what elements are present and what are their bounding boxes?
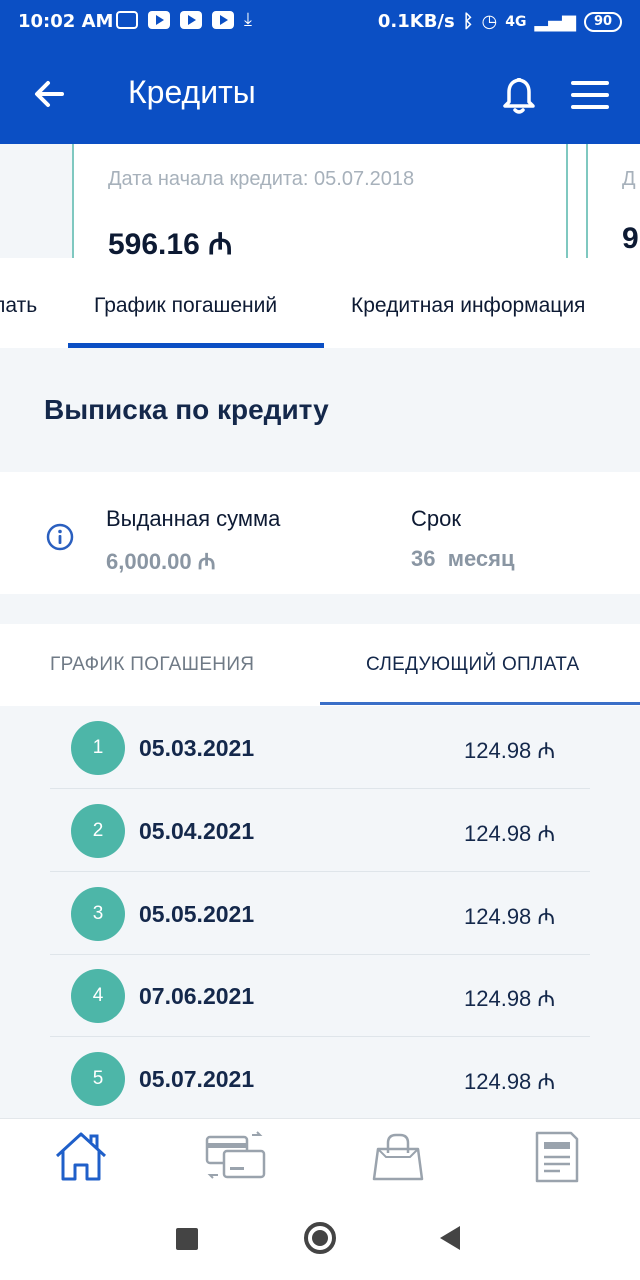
youtube-icon <box>148 11 170 29</box>
alarm-icon: ◷ <box>481 11 498 32</box>
payment-date: 05.05.2021 <box>139 901 255 927</box>
term-label: Срок <box>411 506 461 531</box>
bottom-navigation <box>0 1118 640 1196</box>
cast-icon <box>116 11 138 29</box>
network-type: 4G <box>505 13 527 30</box>
menu-icon <box>571 81 609 109</box>
previous-card[interactable] <box>0 144 74 258</box>
system-navigation-bar <box>0 1196 640 1280</box>
payment-number: 4 <box>71 969 125 1023</box>
net-speed: 0.1KB/s <box>377 11 455 32</box>
subtab-repayment-schedule[interactable]: ГРАФИК ПОГАШЕНИЯ <box>50 654 254 676</box>
payment-amount: 124.98 ₼ <box>464 1069 556 1094</box>
shopping-bag-icon <box>372 1133 424 1181</box>
credit-amount: 596.16 ₼ <box>108 228 233 258</box>
payment-amount: 124.98 ₼ <box>464 738 556 763</box>
payment-number: 2 <box>71 804 125 858</box>
payment-row[interactable]: 4 07.06.2021 124.98 ₼ <box>50 954 590 1037</box>
download-icon: ⤓ <box>244 9 252 30</box>
page-title: Кредиты <box>128 74 256 110</box>
back-button[interactable] <box>26 70 74 118</box>
tab-previous[interactable]: пать <box>0 294 37 318</box>
battery-icon: 90 <box>584 11 622 32</box>
payment-date: 05.07.2021 <box>139 1066 255 1092</box>
payment-amount: 124.98 ₼ <box>464 904 556 929</box>
payment-number: 1 <box>71 721 125 775</box>
card-border-right <box>566 144 568 258</box>
menu-button[interactable] <box>566 74 614 116</box>
nav-shopping[interactable] <box>368 1129 428 1185</box>
statement-section: Выписка по кредиту <box>0 348 640 472</box>
info-icon[interactable] <box>45 522 75 552</box>
credit-info: Выданная сумма 6,000.00 ₼ Срок 36 месяц <box>0 472 640 594</box>
payment-row[interactable]: 3 05.05.2021 124.98 ₼ <box>50 872 590 955</box>
payment-number: 3 <box>71 887 125 941</box>
signal-icon: ▂▄▆ <box>534 11 576 32</box>
tab-bar: пать График погашений Кредитная информац… <box>0 258 640 348</box>
bell-icon <box>503 78 535 114</box>
status-indicators: 0.1KB/s ᛒ ◷ 4G ▂▄▆ 90 <box>378 11 622 32</box>
payment-amount: 124.98 ₼ <box>464 821 556 846</box>
section-divider <box>0 594 640 624</box>
cards-transfer-icon <box>205 1131 266 1179</box>
payment-date: 05.03.2021 <box>139 735 255 761</box>
bluetooth-icon: ᛒ <box>462 11 474 32</box>
card-border-left <box>72 144 74 258</box>
nav-transfers[interactable] <box>204 1129 266 1185</box>
status-bar: 10:02 AM ⤓ 0.1KB/s ᛒ ◷ 4G ▂▄▆ 90 <box>0 0 640 44</box>
schedule-subtabs: ГРАФИК ПОГАШЕНИЯ СЛЕДУЮЩИЙ ОПЛАТА <box>0 624 640 706</box>
statement-title: Выписка по кредиту <box>44 394 329 425</box>
payment-row[interactable]: 2 05.04.2021 124.98 ₼ <box>50 789 590 872</box>
payment-date: 05.04.2021 <box>139 818 255 844</box>
back-arrow-icon <box>35 81 64 107</box>
tab-repayment-schedule[interactable]: График погашений <box>94 294 277 318</box>
payment-number: 5 <box>71 1052 125 1106</box>
app-bar: Кредиты <box>0 44 640 144</box>
notification-icons: ⤓ <box>116 11 264 31</box>
notifications-button[interactable] <box>496 72 542 118</box>
payment-row[interactable]: 1 05.03.2021 124.98 ₼ <box>50 706 590 789</box>
payment-amount: 124.98 ₼ <box>464 986 556 1011</box>
document-icon <box>535 1131 579 1183</box>
payment-date: 07.06.2021 <box>139 983 255 1009</box>
tab-credit-information[interactable]: Кредитная информация <box>351 294 585 318</box>
next-card-label: Д <box>622 168 636 190</box>
home-button[interactable] <box>304 1222 336 1254</box>
recent-apps-button[interactable] <box>176 1228 198 1250</box>
credit-start-date: Дата начала кредита: 05.07.2018 <box>108 168 415 190</box>
nav-documents[interactable] <box>527 1129 587 1185</box>
next-card-amount: 9 <box>622 222 639 255</box>
issued-amount-value: 6,000.00 ₼ <box>106 549 216 574</box>
active-subtab-indicator <box>320 702 640 705</box>
credit-card-carousel[interactable]: Дата начала кредита: 05.07.2018 596.16 ₼… <box>0 144 640 258</box>
youtube-icon <box>180 11 202 29</box>
youtube-icon <box>212 11 234 29</box>
next-card-border <box>586 144 588 258</box>
payment-row[interactable]: 5 05.07.2021 124.98 ₼ <box>50 1037 590 1118</box>
system-back-button[interactable] <box>440 1226 460 1250</box>
home-icon <box>55 1132 107 1181</box>
status-time: 10:02 AM <box>18 11 114 32</box>
issued-amount-label: Выданная сумма <box>106 506 281 531</box>
subtab-next-payment[interactable]: СЛЕДУЮЩИЙ ОПЛАТА <box>366 654 580 676</box>
nav-home[interactable] <box>51 1129 111 1185</box>
term-value: 36 месяц <box>411 546 515 571</box>
payment-list: 1 05.03.2021 124.98 ₼ 2 05.04.2021 124.9… <box>0 706 640 1118</box>
